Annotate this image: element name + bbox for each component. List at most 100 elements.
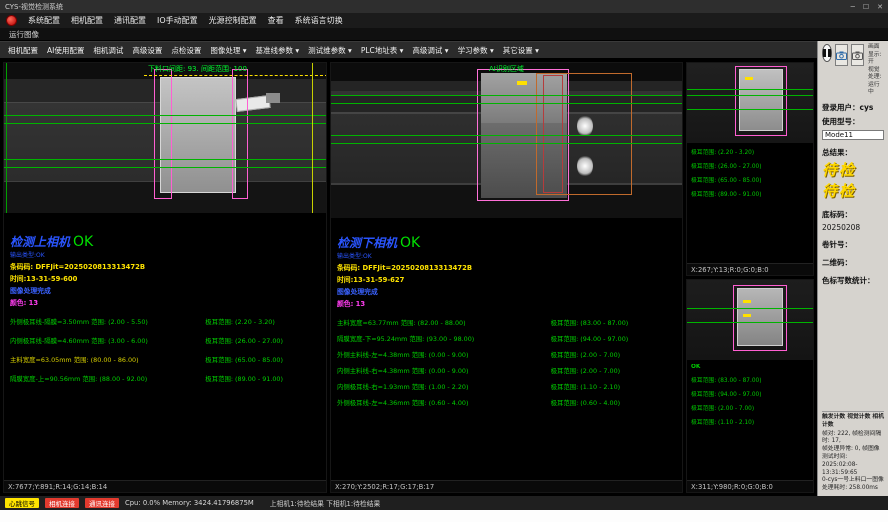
- toolbar-camera-debug[interactable]: 相机调试: [93, 45, 123, 56]
- menu-system-config[interactable]: 系统配置: [28, 15, 60, 26]
- thumbnail2-image[interactable]: [687, 280, 813, 360]
- timing-stats: 触发计数 视觉计数 相机计数 帧对: 222, 帧检测间隔时: 17, 帧处理异…: [822, 411, 884, 493]
- camera2-result-ok: OK: [400, 235, 420, 251]
- roi-rect-pink: [735, 66, 787, 136]
- camera1-time: 时间:13-31-59-600: [10, 273, 320, 283]
- qr-code-label: 二维码：: [822, 257, 884, 268]
- toolbar: 相机配置 AI使用配置 相机调试 高级设置 点检设置 图像处理 ▾ 基准线参数 …: [0, 41, 817, 59]
- menu-language-switch[interactable]: 系统语言切换: [295, 15, 343, 26]
- camera2-measurements: 主料宽度=63.77mm 范围: (82.00 - 88.00)极耳范围: (8…: [337, 318, 676, 414]
- measurement-row: 内侧极耳线-右=1.93mm 范围: (1.00 - 2.20)极耳范围: (1…: [337, 382, 676, 391]
- ai-region-label: AI识别区域: [489, 64, 524, 74]
- toolbar-plc-address[interactable]: PLC地址表 ▾: [361, 45, 404, 56]
- measurement-row: 外侧主料线-左=4.38mm 范围: (0.00 - 9.00)极耳范围: (2…: [337, 350, 676, 359]
- thumbnail1-panel: 极耳范围: (2.20 - 3.20) 极耳范围: (26.00 - 27.00…: [686, 62, 814, 276]
- close-button[interactable]: ✕: [877, 3, 883, 11]
- toolbar-ai-config[interactable]: AI使用配置: [47, 45, 84, 56]
- bottom-code-label: 底标码：: [822, 209, 884, 220]
- camera-auto-button[interactable]: [835, 44, 848, 66]
- bottom-strip: [0, 510, 888, 522]
- connector-part: [266, 93, 280, 103]
- camera-icon: [852, 51, 863, 60]
- camera2-result-title: 检测下相机: [337, 236, 397, 250]
- pin-number-label: 卷针号：: [822, 239, 884, 250]
- main-content: 相机配置 AI使用配置 相机调试 高级设置 点检设置 图像处理 ▾ 基准线参数 …: [0, 41, 888, 496]
- toolbar-camera-config[interactable]: 相机配置: [8, 45, 38, 56]
- menu-view[interactable]: 查看: [268, 15, 284, 26]
- camera2-process-status: 图像处理完成: [337, 286, 676, 296]
- toolbar-advanced-settings[interactable]: 高级设置: [132, 45, 162, 56]
- toolbar-baseline-params[interactable]: 基准线参数 ▾: [256, 45, 300, 56]
- thumbnail2-text: OK 极耳范围: (83.00 - 87.00) 极耳范围: (94.00 - …: [687, 360, 813, 480]
- minimize-button[interactable]: ─: [851, 3, 855, 11]
- edge-line-green: [6, 63, 7, 213]
- camera2-panel: AI识别区域 检测下相机OK 输出类型:OK 条码码: DFFJit=20250…: [330, 62, 683, 493]
- menu-comm-config[interactable]: 通讯配置: [114, 15, 146, 26]
- camera-views: 下料口间距: 93. 间距范围: 100 检测上相机OK 输出类型:OK 条码码…: [0, 59, 817, 496]
- roi-rect-magenta: [154, 69, 172, 199]
- thumbnail2-pixel-coords: X:311;Y:980;R:0;G:0;B:0: [687, 480, 813, 492]
- camera1-process-status: 图像处理完成: [10, 285, 320, 295]
- measurement-row: 外侧极耳线-左=4.36mm 范围: (0.60 - 4.00)极耳范围: (0…: [337, 398, 676, 407]
- measure-line-green: [4, 159, 326, 160]
- menu-io-manual-config[interactable]: IO手动配置: [157, 15, 198, 26]
- measure-line-green: [331, 143, 682, 144]
- left-column: 相机配置 AI使用配置 相机调试 高级设置 点检设置 图像处理 ▾ 基准线参数 …: [0, 41, 817, 496]
- camera2-pixel-coords: X:270;Y:2502;R:17;G:17;B:17: [331, 480, 682, 492]
- timing-stats-line: 0-cys一号上料口一图像处理耗时: 258.00ms: [822, 477, 884, 493]
- camera1-panel: 下料口间距: 93. 间距范围: 100 检测上相机OK 输出类型:OK 条码码…: [3, 62, 327, 493]
- toolbar-image-processing[interactable]: 图像处理 ▾: [210, 45, 246, 56]
- measure-line-green: [687, 109, 813, 110]
- display-status-note: 画面显示:开 视觉处理:运行中: [868, 44, 884, 97]
- toolbar-advanced-debug[interactable]: 高级调试 ▾: [412, 45, 448, 56]
- maximize-button[interactable]: ☐: [863, 3, 869, 11]
- window-title: CYS-视觉检测系统: [5, 2, 63, 12]
- measurement-row: 主料宽度=63.05mm 范围: (80.00 - 86.00)极耳范围: (6…: [10, 355, 320, 364]
- thumbnail1-image[interactable]: [687, 63, 813, 143]
- toolbar-learning-params[interactable]: 学习参数 ▾: [458, 45, 494, 56]
- camera1-pixel-coords: X:7677;Y:891;R:14;G:14;B:14: [4, 480, 326, 492]
- cpu-memory-status: Cpu: 0.0% Memory: 3424.41796875M: [125, 499, 254, 507]
- roi-rect-red: [543, 75, 563, 193]
- side-panel: 画面显示:开 视觉处理:运行中 登录用户：cys 使用型号： Mode11 总结…: [817, 41, 888, 496]
- camera1-result-title: 检测上相机: [10, 235, 70, 249]
- thumbnail2-ok: OK: [691, 364, 809, 370]
- color-mark-stats-label: 色标写数统计：: [822, 275, 884, 286]
- roi-rect-magenta: [232, 69, 248, 199]
- measure-line-green: [4, 123, 326, 124]
- thumbnail1-text: 极耳范围: (2.20 - 3.20) 极耳范围: (26.00 - 27.00…: [687, 143, 813, 263]
- total-result-label: 总结果：: [822, 147, 884, 158]
- gap-measure-label: 下料口间距: 93. 间距范围: 100: [148, 64, 247, 74]
- camera-result-status: 上相机1:待检结果 下相机1:待检结果: [270, 498, 381, 508]
- camera-manual-button[interactable]: [851, 44, 864, 66]
- model-select[interactable]: Mode11: [822, 130, 884, 140]
- measure-line-green: [687, 308, 813, 309]
- heartbeat-status-badge: 心跳信号: [5, 498, 39, 508]
- toolbar-spot-check[interactable]: 点检设置: [171, 45, 201, 56]
- camera1-image[interactable]: 下料口间距: 93. 间距范围: 100: [4, 63, 326, 213]
- pause-button[interactable]: [822, 44, 832, 62]
- marker-yellow: [743, 300, 751, 303]
- timing-stats-line: 帧对: 222, 帧检测间隔时: 17,: [822, 431, 884, 447]
- timing-stats-line: 帧处理异常: 0, 帧图像测试时间:: [822, 446, 884, 462]
- edge-line-yellow: [312, 63, 313, 213]
- timing-stats-header: 触发计数 视觉计数 相机计数: [822, 414, 884, 430]
- timing-stats-line: 2025:02:08-13:31:59:65: [822, 462, 884, 478]
- comm-connection-badge: 通讯连接: [85, 498, 119, 508]
- camera2-barcode: 条码码: DFFJit=2025020813313472B: [337, 262, 676, 272]
- side-info: 登录用户：cys 使用型号： Mode11 总结果： 待检 待检 底标码： 20…: [822, 102, 884, 286]
- measurement-row: 隔膜宽度-下=95.24mm 范围: (93.00 - 98.00)极耳范围: …: [337, 334, 676, 343]
- camera1-readout: 检测上相机OK 输出类型:OK 条码码: DFFJit=202502081331…: [4, 213, 326, 480]
- toolbar-test-params[interactable]: 测试维参数 ▾: [308, 45, 352, 56]
- thumbnail-column: 极耳范围: (2.20 - 3.20) 极耳范围: (26.00 - 27.00…: [686, 62, 814, 493]
- camera2-image[interactable]: AI识别区域: [331, 63, 682, 218]
- side-controls: 画面显示:开 视觉处理:运行中: [822, 44, 884, 97]
- camera2-color: 颜色: 13: [337, 298, 676, 308]
- menu-camera-config[interactable]: 相机配置: [71, 15, 103, 26]
- tab-run-image[interactable]: 运行图像: [9, 29, 39, 40]
- baseline-yellow: [144, 75, 326, 76]
- toolbar-other-settings[interactable]: 其它设置 ▾: [503, 45, 539, 56]
- menu-light-control-config[interactable]: 光源控制配置: [209, 15, 257, 26]
- tabrow: 运行图像: [0, 28, 888, 41]
- thumbnail2-panel: OK 极耳范围: (83.00 - 87.00) 极耳范围: (94.00 - …: [686, 279, 814, 493]
